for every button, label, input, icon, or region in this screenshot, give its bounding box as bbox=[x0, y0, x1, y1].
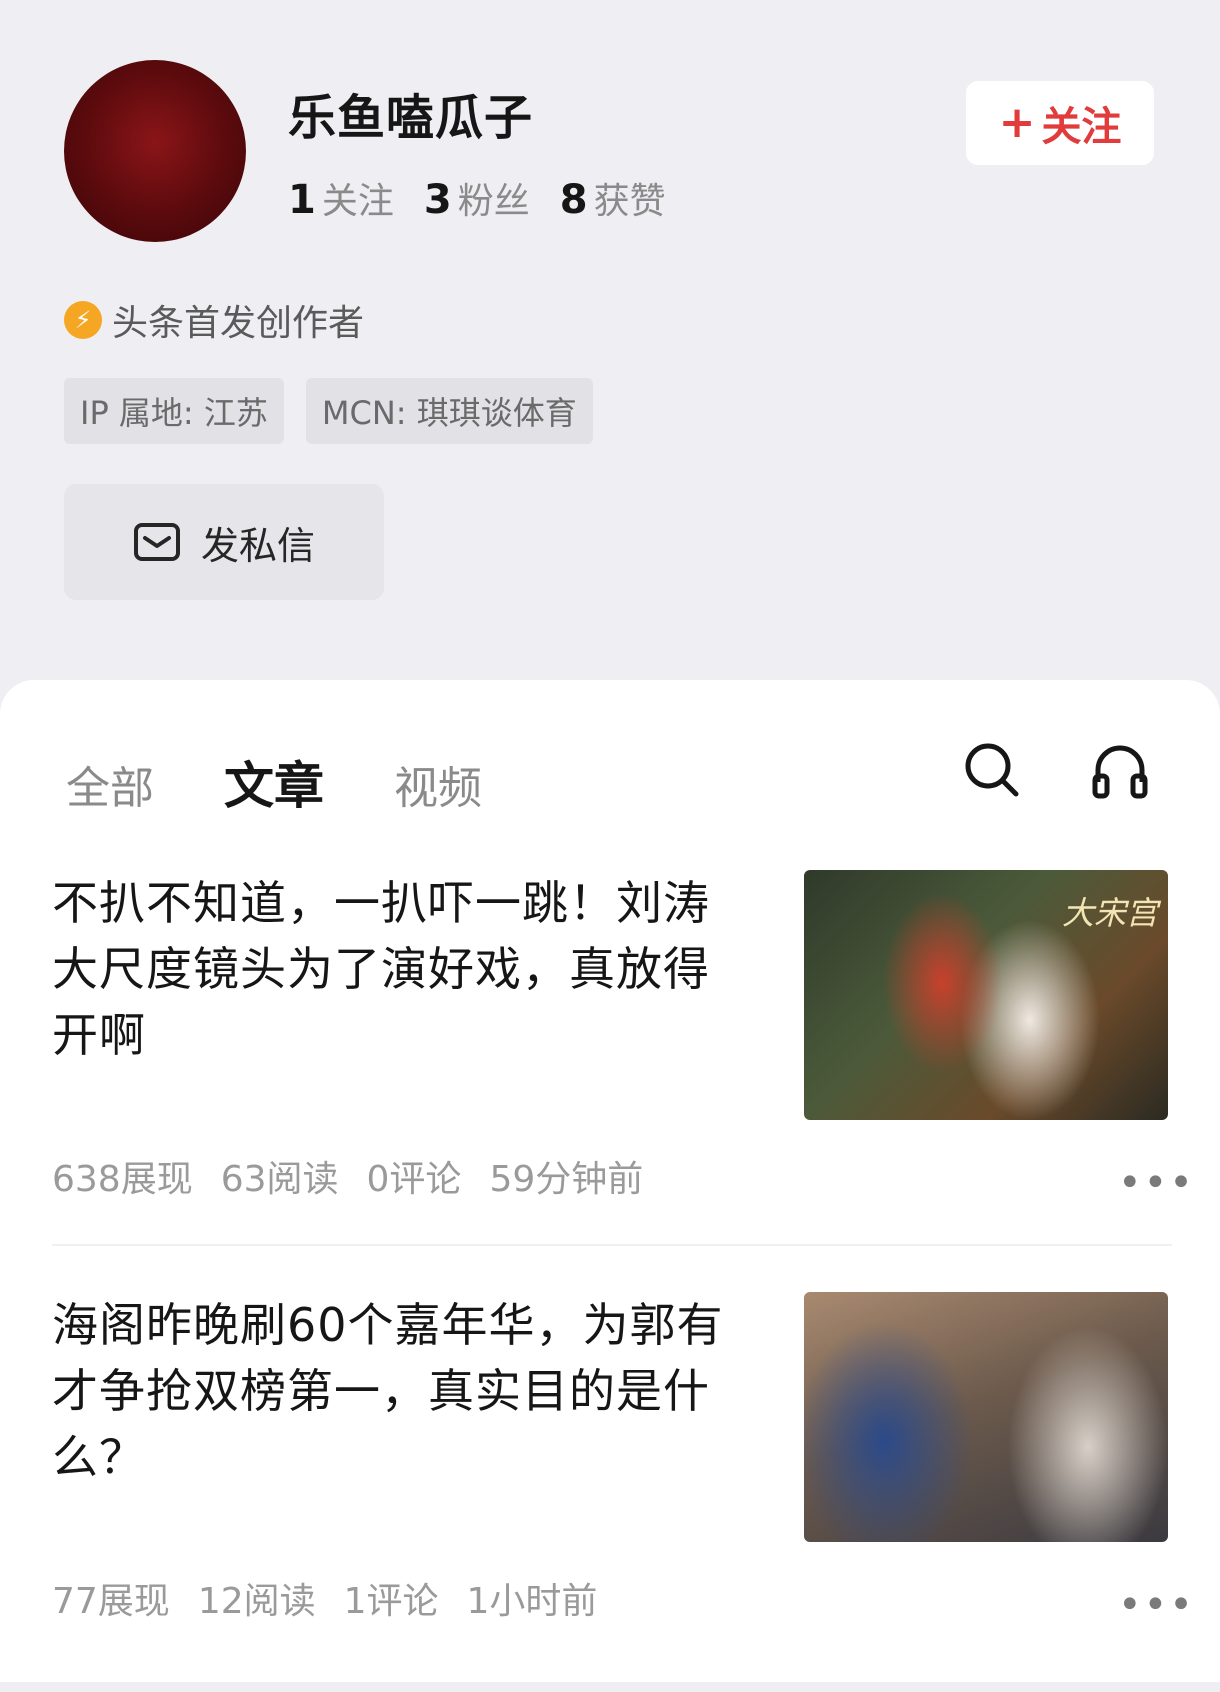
follow-button[interactable]: + 关注 bbox=[966, 81, 1154, 165]
tab-videos[interactable]: 视频 bbox=[394, 752, 482, 816]
publish-time: 1小时前 bbox=[466, 1581, 598, 1622]
content-panel: 全部 文章 视频 不扒不知道，一扒吓一跳！刘涛大尺度镜头为了演好戏，真放得开啊 … bbox=[0, 680, 1220, 1682]
reads: 63阅读 bbox=[220, 1159, 339, 1200]
headphone-icon[interactable] bbox=[1090, 738, 1150, 802]
content-tabs: 全部 文章 视频 bbox=[66, 746, 482, 818]
article-title[interactable]: 不扒不知道，一扒吓一跳！刘涛大尺度镜头为了演好戏，真放得开啊 bbox=[52, 870, 742, 1068]
tab-articles[interactable]: 文章 bbox=[224, 746, 324, 818]
lightning-icon: ⚡ bbox=[64, 301, 102, 339]
creator-badge: ⚡ 头条首发创作者 bbox=[64, 294, 364, 346]
more-options-icon[interactable]: ••• bbox=[1118, 1582, 1195, 1628]
impressions: 638展现 bbox=[52, 1159, 193, 1200]
creator-badge-label: 头条首发创作者 bbox=[112, 303, 365, 344]
send-message-button[interactable]: 发私信 bbox=[64, 484, 384, 600]
comments: 0评论 bbox=[366, 1159, 462, 1200]
plus-icon: + bbox=[998, 97, 1036, 148]
ip-location-tag: IP 属地: 江苏 bbox=[64, 378, 284, 444]
stat-likes[interactable]: 8 获赞 bbox=[560, 172, 666, 224]
follow-button-label: 关注 bbox=[1041, 104, 1122, 150]
stat-following[interactable]: 1 关注 bbox=[288, 172, 394, 224]
mcn-tag[interactable]: MCN: 琪琪谈体育 bbox=[305, 378, 593, 444]
tab-all[interactable]: 全部 bbox=[66, 752, 154, 816]
article-item[interactable]: 不扒不知道，一扒吓一跳！刘涛大尺度镜头为了演好戏，真放得开啊 大宋宫 638展现… bbox=[52, 870, 1193, 1270]
impressions: 77展现 bbox=[52, 1581, 170, 1622]
article-meta: 638展现 63阅读 0评论 59分钟前 bbox=[52, 1150, 643, 1202]
article-item[interactable]: 海阁昨晚刷60个嘉年华，为郭有才争抢双榜第一，真实目的是什么？ 77展现 12阅… bbox=[52, 1292, 1193, 1692]
divider bbox=[52, 1244, 1172, 1246]
thumbnail-caption: 大宋宫 bbox=[1061, 894, 1158, 932]
profile-stats: 1 关注 3 粉丝 8 获赞 bbox=[288, 172, 666, 224]
article-title[interactable]: 海阁昨晚刷60个嘉年华，为郭有才争抢双榜第一，真实目的是什么？ bbox=[52, 1292, 742, 1490]
comments: 1评论 bbox=[343, 1581, 439, 1622]
send-message-label: 发私信 bbox=[200, 523, 315, 568]
stat-followers[interactable]: 3 粉丝 bbox=[424, 172, 530, 224]
article-meta: 77展现 12阅读 1评论 1小时前 bbox=[52, 1572, 597, 1624]
stat-followers-count: 3 bbox=[423, 177, 452, 223]
mail-icon bbox=[133, 523, 180, 561]
avatar[interactable] bbox=[64, 60, 246, 242]
article-thumbnail[interactable]: 大宋宫 bbox=[804, 870, 1168, 1120]
publish-time: 59分钟前 bbox=[489, 1159, 644, 1200]
stat-following-count: 1 bbox=[288, 177, 316, 223]
stat-followers-label: 粉丝 bbox=[457, 181, 530, 222]
more-options-icon[interactable]: ••• bbox=[1118, 1160, 1195, 1206]
reads: 12阅读 bbox=[197, 1581, 316, 1622]
article-thumbnail[interactable] bbox=[804, 1292, 1168, 1542]
search-icon[interactable] bbox=[962, 738, 1022, 802]
stat-likes-label: 获赞 bbox=[593, 181, 666, 222]
username: 乐鱼嗑瓜子 bbox=[288, 90, 534, 146]
stat-following-label: 关注 bbox=[321, 181, 394, 222]
stat-likes-count: 8 bbox=[559, 177, 588, 223]
profile-tags: IP 属地: 江苏 MCN: 琪琪谈体育 bbox=[64, 378, 593, 444]
